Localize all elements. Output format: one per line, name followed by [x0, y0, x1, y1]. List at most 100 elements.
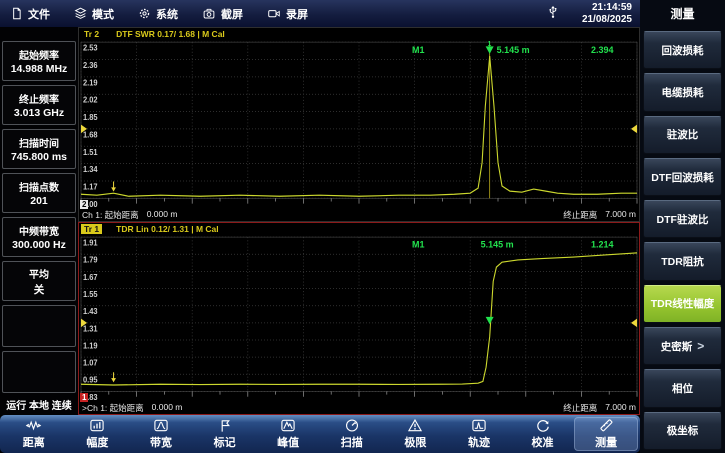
tool-limit-label: 极限: [404, 434, 426, 450]
dtf-swr-plot[interactable]: 2.532.362.192.021.851.681.511.341.171.00…: [79, 40, 639, 209]
average-label: 平均: [29, 266, 49, 281]
button-vswr[interactable]: 驻波比: [643, 116, 722, 154]
bottom-toolbar: 距离 幅度 带宽 标记 峰值 扫描 极限 轨迹: [0, 415, 640, 453]
dtf-swr-chart-title: DTF SWR 0.17/ 1.68 | M Cal: [116, 29, 225, 39]
tool-limit[interactable]: 极限: [384, 417, 448, 451]
button-vswr-label: 驻波比: [667, 127, 699, 142]
svg-text:1.17: 1.17: [83, 182, 98, 191]
peak-icon: [280, 418, 296, 433]
tool-marker-label: 标记: [214, 434, 236, 450]
svg-text:1.79: 1.79: [83, 256, 98, 265]
menu-system[interactable]: 系统: [138, 6, 178, 22]
ch1-start-distance-value: 0.000 m: [147, 209, 178, 221]
tool-peak-label: 峰值: [277, 434, 299, 450]
menu-screenshot[interactable]: 截屏: [202, 6, 243, 22]
sweep-time-label: 扫描时间: [19, 135, 59, 150]
button-tdr-impedance[interactable]: TDR阻抗: [643, 242, 722, 280]
button-tdr-impedance-label: TDR阻抗: [661, 254, 704, 269]
svg-text:1: 1: [488, 41, 492, 48]
svg-text:1.214: 1.214: [591, 239, 614, 249]
sweep-time-value: 745.800 ms: [11, 151, 67, 163]
button-smith-label: 史密斯: [661, 339, 693, 354]
tdr-lin-chart-header: Tr 1 TDR Lin 0.12/ 1.31 | M Cal: [79, 223, 639, 235]
button-tdr-linear-magnitude-label: TDR线性幅度: [651, 296, 715, 311]
tool-trace-label: 轨迹: [468, 434, 490, 450]
tool-sweep[interactable]: 扫描: [320, 417, 384, 451]
menu-file-label: 文件: [28, 6, 50, 22]
menu-screenshot-label: 截屏: [221, 6, 243, 22]
button-cable-loss-label: 电缆损耗: [662, 85, 704, 100]
measure-panel-title: 测量: [643, 0, 722, 27]
trace1-badge: Tr 1: [81, 224, 102, 234]
menu-record-label: 录屏: [286, 6, 308, 22]
chart-area: Tr 2 DTF SWR 0.17/ 1.68 | M Cal 2.532.36…: [78, 27, 640, 415]
trace2-badge: Tr 2: [81, 29, 102, 39]
ch1-start-distance-label-2: >Ch 1: 起始距离: [82, 402, 144, 414]
topbar: 文件 模式 系统 截屏 录屏 21:14:59 21/08/2025: [0, 0, 640, 27]
analyzer-app: 文件 模式 系统 截屏 录屏 21:14:59 21/08/2025 起始频: [0, 0, 725, 453]
stop-frequency-box: 终止频率 3.013 GHz: [2, 85, 76, 125]
menu-system-label: 系统: [156, 6, 178, 22]
button-dtf-vswr[interactable]: DTF驻波比: [643, 200, 722, 238]
button-smith[interactable]: 史密斯>: [643, 327, 722, 365]
average-box: 平均 关: [2, 261, 76, 301]
svg-text:2.02: 2.02: [83, 96, 98, 105]
button-tdr-linear-magnitude[interactable]: TDR线性幅度: [643, 285, 722, 323]
button-phase[interactable]: 相位: [643, 369, 722, 407]
menu-record[interactable]: 录屏: [267, 6, 308, 22]
tool-calibration[interactable]: 校准: [511, 417, 575, 451]
tool-marker[interactable]: 标记: [193, 417, 257, 451]
amplitude-icon: [89, 418, 105, 433]
clock: 21:14:59 21/08/2025: [582, 2, 632, 26]
svg-text:0.95: 0.95: [83, 376, 98, 385]
dtf-swr-chart-footer: Ch 1: 起始距离 0.000 m 终止距离 7.000 m: [79, 209, 639, 221]
tool-distance[interactable]: 距离: [2, 417, 66, 451]
svg-text:1.31: 1.31: [83, 324, 98, 333]
tool-amplitude[interactable]: 幅度: [66, 417, 130, 451]
button-dtf-return-loss[interactable]: DTF回波损耗: [643, 158, 722, 196]
menu-file[interactable]: 文件: [10, 6, 50, 22]
button-cable-loss[interactable]: 电缆损耗: [643, 73, 722, 111]
button-dtf-vswr-label: DTF驻波比: [657, 212, 709, 227]
start-frequency-value: 14.988 MHz: [11, 63, 68, 75]
tdr-lin-chart-footer: >Ch 1: 起始距离 0.000 m 终止距离 7.000 m: [79, 402, 639, 414]
button-dtf-return-loss-label: DTF回波损耗: [651, 170, 713, 185]
svg-text:2.36: 2.36: [83, 61, 98, 70]
stop-frequency-value: 3.013 GHz: [14, 107, 64, 119]
record-icon: [267, 7, 281, 20]
tdr-lin-plot[interactable]: 1.911.791.671.551.431.311.191.070.950.83…: [79, 235, 639, 402]
button-return-loss[interactable]: 回波损耗: [643, 31, 722, 69]
if-bandwidth-box: 中频带宽 300.000 Hz: [2, 217, 76, 257]
sweep-icon: [344, 418, 360, 433]
trace2-number-badge: 2: [80, 200, 88, 209]
sweep-points-value: 201: [30, 195, 48, 207]
mode-icon: [74, 7, 87, 20]
svg-text:M1: M1: [412, 239, 424, 249]
bandwidth-icon: [153, 418, 169, 433]
svg-text:1.85: 1.85: [83, 113, 98, 122]
menu-mode-label: 模式: [92, 6, 114, 22]
clock-time: 21:14:59: [582, 2, 632, 14]
marker-icon: [217, 418, 233, 433]
tool-trace[interactable]: 轨迹: [447, 417, 511, 451]
button-polar[interactable]: 极坐标: [643, 412, 722, 450]
svg-text:2.19: 2.19: [83, 78, 98, 87]
ch1-stop-distance-value: 7.000 m: [605, 209, 636, 221]
svg-text:1.67: 1.67: [83, 273, 98, 282]
button-phase-label: 相位: [672, 381, 693, 396]
if-bandwidth-label: 中频带宽: [19, 223, 59, 238]
tool-measure-label: 测量: [595, 434, 617, 450]
tdr-lin-chart: Tr 1 TDR Lin 0.12/ 1.31 | M Cal 1.911.79…: [78, 222, 640, 415]
svg-text:1.34: 1.34: [83, 165, 98, 174]
dtf-swr-chart: Tr 2 DTF SWR 0.17/ 1.68 | M Cal 2.532.36…: [78, 27, 640, 222]
tool-peak[interactable]: 峰值: [256, 417, 320, 451]
limit-icon: [407, 418, 423, 433]
tool-distance-label: 距离: [23, 434, 45, 450]
button-polar-label: 极坐标: [667, 423, 699, 438]
menu-mode[interactable]: 模式: [74, 6, 114, 22]
trace1-number-badge: 1: [80, 393, 88, 402]
start-frequency-label: 起始频率: [19, 47, 59, 62]
average-value: 关: [34, 282, 45, 297]
tool-measure[interactable]: 测量: [574, 417, 638, 451]
tool-bandwidth[interactable]: 带宽: [129, 417, 193, 451]
